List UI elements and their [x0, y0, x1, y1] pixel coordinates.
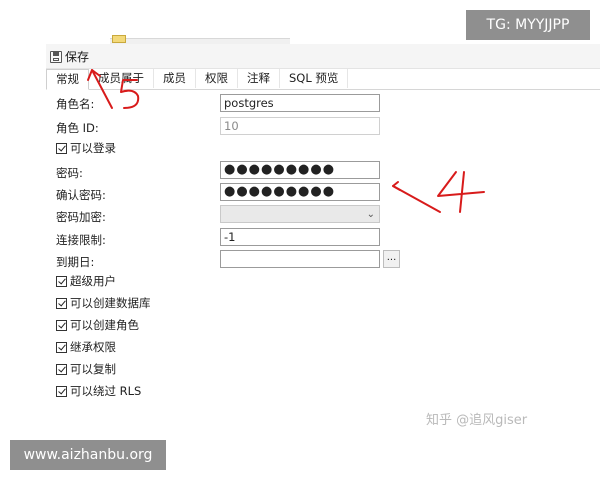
site-watermark: www.aizhanbu.org [10, 440, 166, 470]
role-id-label: 角色 ID: [56, 121, 99, 135]
replication-label: 可以复制 [70, 362, 116, 376]
checkbox-checked-icon [56, 385, 67, 397]
table-icon [112, 35, 126, 43]
superuser-label: 超级用户 [70, 274, 116, 288]
password-label: 密码: [56, 166, 83, 180]
connection-limit-input[interactable]: -1 [220, 228, 380, 246]
save-button[interactable]: 保存 [50, 48, 89, 65]
checkbox-checked-icon [56, 341, 67, 353]
confirm-password-label: 确认密码: [56, 188, 106, 202]
checkbox-checked-icon [56, 319, 67, 331]
create-role-checkbox[interactable]: 可以创建角色 [56, 317, 139, 333]
tab-bar: 常规 成员属于 成员 权限 注释 SQL 预览 [46, 69, 600, 90]
save-disk-icon [50, 50, 62, 63]
save-button-label: 保存 [65, 50, 90, 64]
create-role-label: 可以创建角色 [70, 318, 139, 332]
role-id-input: 10 [220, 117, 380, 135]
checkbox-checked-icon [56, 275, 67, 287]
role-name-input[interactable]: postgres [220, 94, 380, 112]
tab-members[interactable]: 成员 [154, 69, 196, 88]
bypass-rls-label: 可以绕过 RLS [70, 384, 142, 398]
checkbox-checked-icon [56, 363, 67, 375]
confirm-password-input[interactable]: ●●●●●●●●● [220, 183, 380, 201]
tab-comment[interactable]: 注释 [238, 69, 280, 88]
inherit-label: 继承权限 [70, 340, 116, 354]
can-login-label: 可以登录 [70, 141, 116, 155]
expiry-label: 到期日: [56, 255, 95, 269]
expiry-input[interactable] [220, 250, 380, 268]
tab-privileges[interactable]: 权限 [196, 69, 238, 88]
tab-member-of[interactable]: 成员属于 [89, 69, 154, 88]
checkbox-checked-icon [56, 297, 67, 309]
zhihu-watermark: 知乎 @追风giser [426, 413, 528, 428]
create-db-checkbox[interactable]: 可以创建数据库 [56, 295, 151, 311]
password-input[interactable]: ●●●●●●●●● [220, 161, 380, 179]
chevron-down-icon: ⌄ [366, 209, 375, 220]
connection-limit-label: 连接限制: [56, 233, 106, 247]
toolbar: 保存 [46, 44, 600, 69]
superuser-checkbox[interactable]: 超级用户 [56, 273, 116, 289]
password-encryption-label: 密码加密: [56, 210, 106, 224]
tg-watermark: TG: MYYJJPP [466, 10, 590, 40]
password-encryption-select[interactable]: ⌄ [220, 205, 380, 223]
tab-sql-preview[interactable]: SQL 预览 [280, 69, 349, 88]
replication-checkbox[interactable]: 可以复制 [56, 361, 116, 377]
role-name-label: 角色名: [56, 97, 95, 111]
create-db-label: 可以创建数据库 [70, 296, 151, 310]
tab-general[interactable]: 常规 [46, 69, 89, 90]
expiry-picker-button[interactable]: ... [383, 250, 400, 268]
bypass-rls-checkbox[interactable]: 可以绕过 RLS [56, 383, 141, 399]
checkbox-checked-icon [56, 142, 67, 154]
can-login-checkbox[interactable]: 可以登录 [56, 140, 116, 156]
inherit-checkbox[interactable]: 继承权限 [56, 339, 116, 355]
